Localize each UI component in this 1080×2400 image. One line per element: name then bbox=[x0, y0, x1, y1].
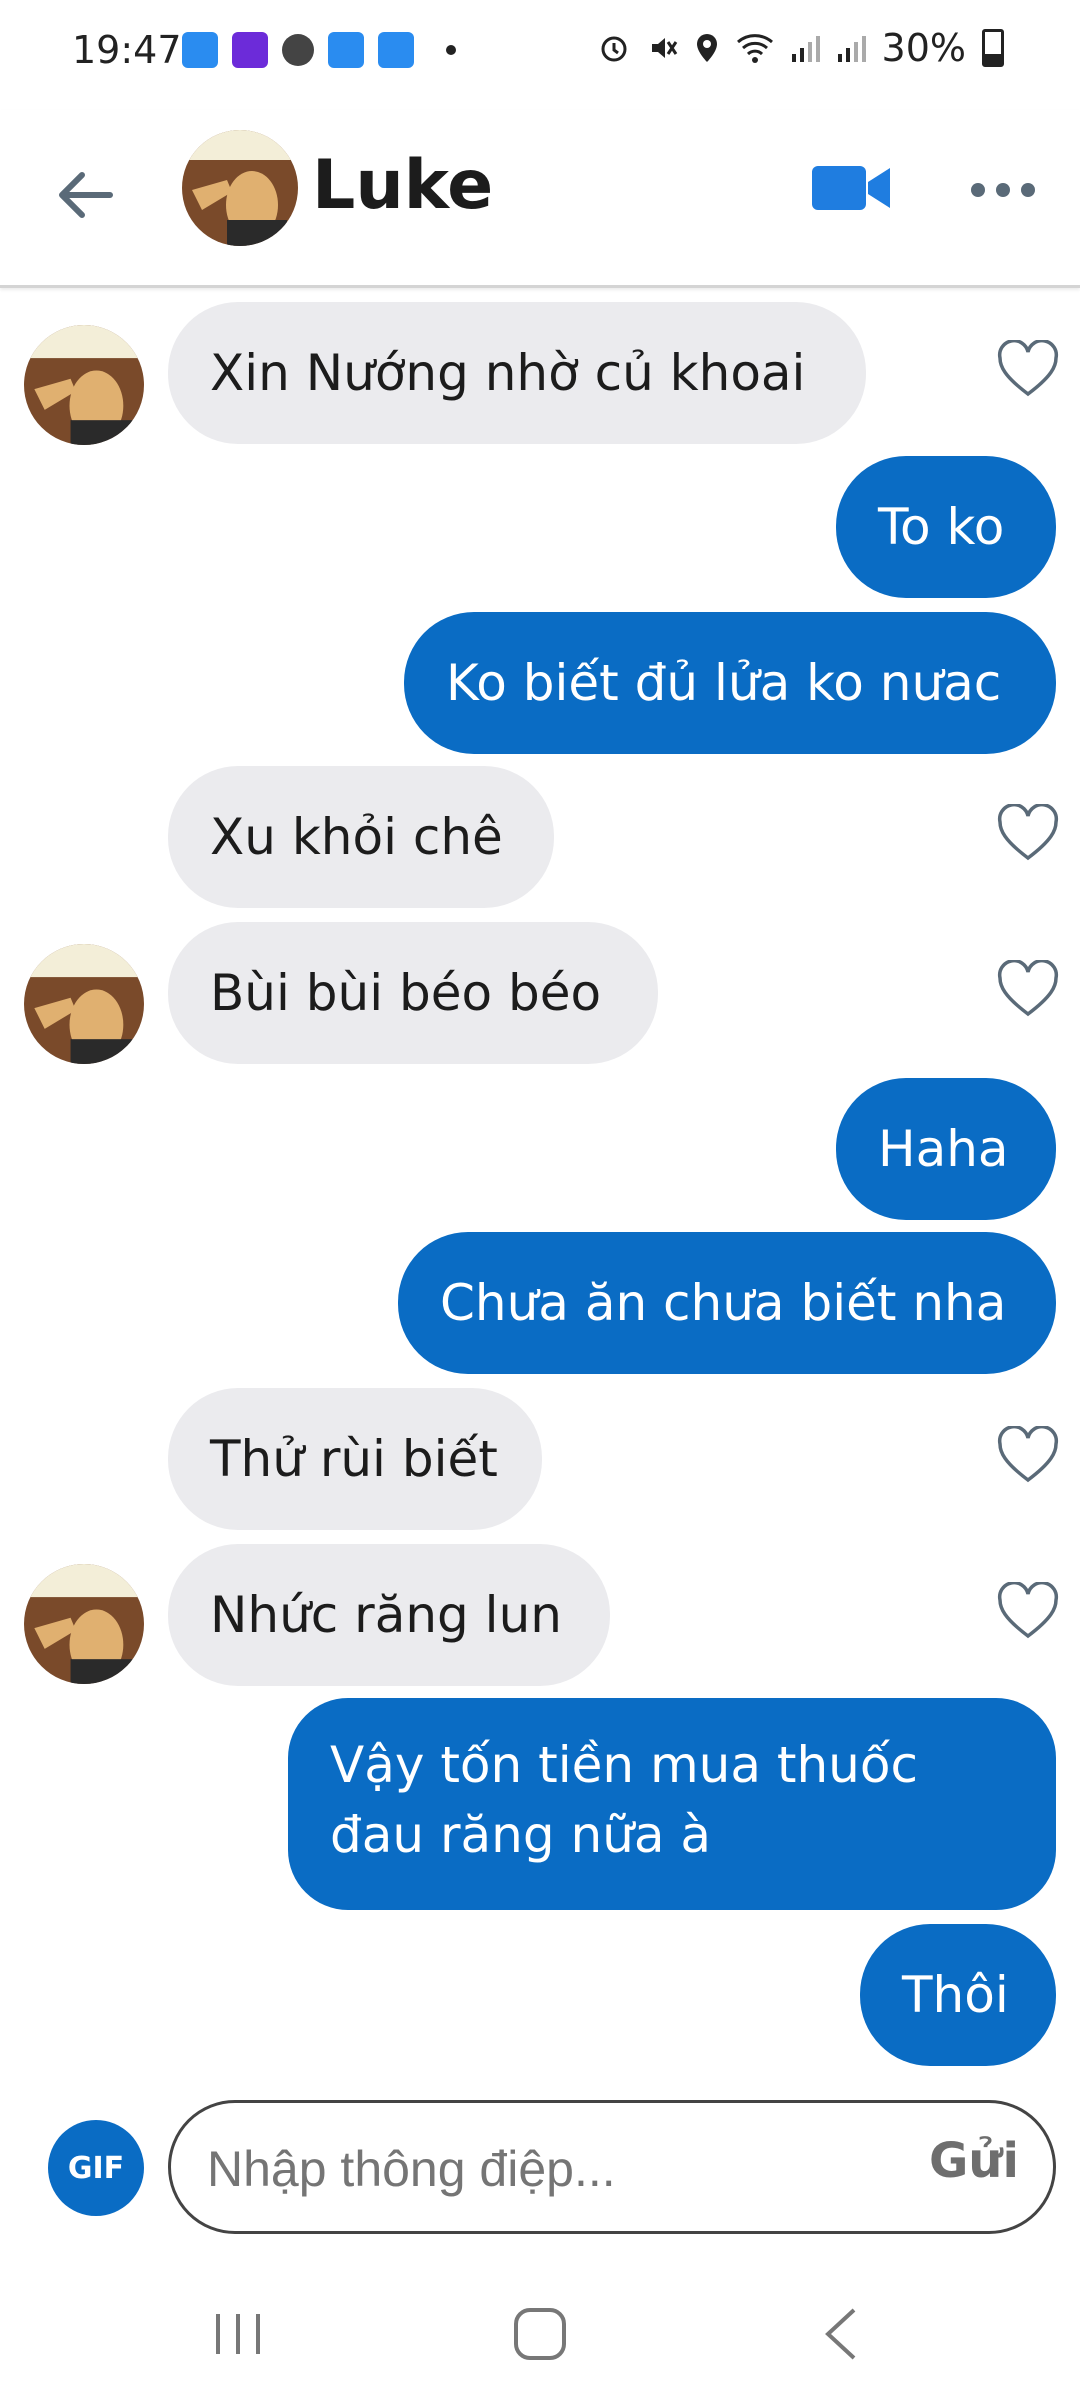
battery-icon bbox=[982, 29, 1004, 67]
outgoing-message[interactable]: Chưa ăn chưa biết nha bbox=[398, 1232, 1056, 1374]
more-options-icon[interactable] bbox=[968, 170, 1038, 210]
message-text: Thôi bbox=[902, 1966, 1009, 2024]
outgoing-message[interactable]: Thôi bbox=[860, 1924, 1056, 2066]
heart-icon[interactable] bbox=[996, 1426, 1060, 1484]
incoming-message[interactable]: Xu khỏi chê bbox=[168, 766, 554, 908]
message-input[interactable] bbox=[205, 2133, 889, 2205]
incoming-message[interactable]: Bùi bùi béo béo bbox=[168, 922, 658, 1064]
outgoing-message[interactable]: Ko biết đủ lửa ko nưac bbox=[404, 612, 1056, 754]
incoming-message[interactable]: Thử rùi biết bbox=[168, 1388, 542, 1530]
outgoing-message[interactable]: Haha bbox=[836, 1078, 1056, 1220]
system-icons: 30% bbox=[598, 26, 1004, 70]
message-text: Thử rùi biết bbox=[210, 1430, 498, 1488]
heart-icon[interactable] bbox=[996, 340, 1060, 398]
camera-app-icon bbox=[282, 34, 314, 66]
more-notifications-dot bbox=[446, 45, 456, 55]
back-arrow-icon[interactable] bbox=[50, 160, 120, 230]
home-icon[interactable] bbox=[512, 2306, 568, 2362]
message-composer: Gửi bbox=[168, 2100, 1056, 2234]
recent-apps-icon[interactable] bbox=[210, 2312, 266, 2356]
message-text-line-1: Vậy tốn tiền mua thuốc bbox=[330, 1736, 918, 1794]
location-icon bbox=[696, 34, 717, 62]
status-bar: 19:47 30% bbox=[0, 0, 1080, 110]
avatar bbox=[24, 944, 144, 1064]
avatar bbox=[24, 325, 144, 445]
chat-header: Luke bbox=[0, 110, 1080, 288]
outgoing-message[interactable]: To ko bbox=[836, 456, 1056, 598]
outgoing-message[interactable]: Vậy tốn tiền mua thuốc đau răng nữa à bbox=[288, 1698, 1056, 1910]
message-text: Xin Nướng nhờ củ khoai bbox=[210, 344, 806, 402]
avatar bbox=[24, 1564, 144, 1684]
signal-icon-2 bbox=[837, 36, 866, 62]
notification-icons bbox=[182, 32, 456, 68]
home-app-icon bbox=[182, 32, 218, 68]
signal-icon bbox=[791, 36, 820, 62]
contact-name[interactable]: Luke bbox=[312, 146, 493, 225]
message-text: Chưa ăn chưa biết nha bbox=[440, 1274, 1007, 1332]
contact-avatar[interactable] bbox=[182, 130, 298, 246]
message-text: To ko bbox=[878, 498, 1005, 556]
message-text-line-2: đau răng nữa à bbox=[330, 1806, 712, 1864]
message-text: Xu khỏi chê bbox=[210, 808, 503, 866]
heart-icon[interactable] bbox=[996, 1582, 1060, 1640]
status-time: 19:47 bbox=[72, 28, 182, 72]
heart-icon[interactable] bbox=[996, 960, 1060, 1018]
home-app-icon-3 bbox=[378, 32, 414, 68]
video-call-icon[interactable] bbox=[810, 160, 892, 216]
message-text: Bùi bùi béo béo bbox=[210, 964, 602, 1022]
heart-icon[interactable] bbox=[996, 804, 1060, 862]
message-text: Nhức răng lun bbox=[210, 1586, 562, 1644]
send-button[interactable]: Gửi bbox=[929, 2133, 1019, 2189]
navigation-bar bbox=[0, 2260, 1080, 2400]
gif-button[interactable]: GIF bbox=[48, 2120, 144, 2216]
star-app-icon bbox=[232, 32, 268, 68]
wifi-icon bbox=[736, 34, 773, 63]
message-text: Haha bbox=[878, 1120, 1009, 1178]
incoming-message[interactable]: Xin Nướng nhờ củ khoai bbox=[168, 302, 866, 444]
incoming-message[interactable]: Nhức răng lun bbox=[168, 1544, 610, 1686]
mute-icon bbox=[651, 38, 677, 58]
alarm-icon bbox=[601, 36, 627, 62]
message-text: Ko biết đủ lửa ko nưac bbox=[446, 654, 1002, 712]
battery-percent: 30% bbox=[881, 26, 966, 70]
home-app-icon-2 bbox=[328, 32, 364, 68]
back-nav-icon[interactable] bbox=[820, 2306, 860, 2362]
